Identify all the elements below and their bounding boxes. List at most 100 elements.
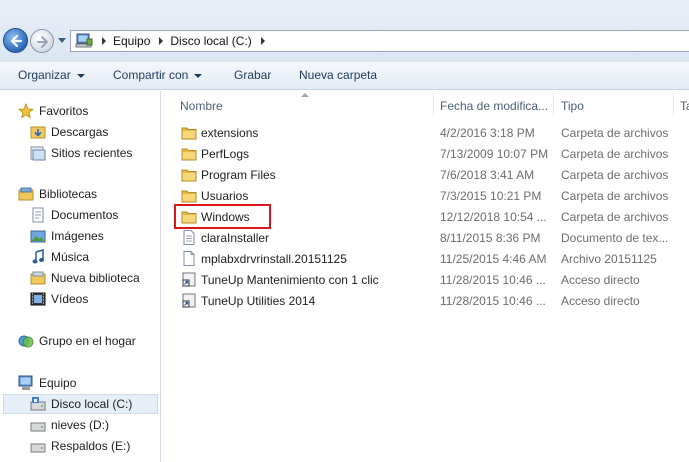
nav-item-label: Sitios recientes — [51, 146, 133, 160]
column-header-type[interactable]: Tipo — [561, 95, 584, 117]
burn-button[interactable]: Grabar — [234, 68, 271, 82]
file-row[interactable]: claraInstaller 8/11/2015 8:36 PM Documento… — [176, 227, 689, 248]
nav-item-disco-local-c[interactable]: Disco local (C:) — [3, 394, 158, 414]
recent-places-icon — [30, 145, 46, 161]
address-bar-area: Equipo Disco local (C:) — [0, 0, 689, 62]
file-date: 8/11/2015 8:36 PM — [440, 231, 541, 245]
nav-libraries-label: Bibliotecas — [39, 187, 98, 201]
nav-item-musica[interactable]: Música — [30, 247, 89, 267]
nav-item-nueva-biblioteca[interactable]: Nueva biblioteca — [30, 268, 140, 288]
folder-icon — [181, 125, 197, 140]
file-date: 7/13/2009 10:07 PM — [440, 147, 549, 161]
file-name: extensions — [201, 126, 259, 140]
breadcrumb-separator[interactable] — [260, 37, 265, 45]
file-type: Carpeta de archivos — [561, 168, 669, 182]
shortcut-icon — [181, 293, 197, 308]
drive-icon — [30, 417, 46, 433]
file-row[interactable]: TuneUp Mantenimiento con 1 clic 11/28/201… — [176, 269, 689, 290]
star-icon — [17, 102, 35, 119]
file-name: Usuarios — [201, 189, 249, 203]
nav-homegroup[interactable]: Grupo en el hogar — [18, 331, 136, 351]
file-type: Carpeta de archivos — [561, 126, 669, 140]
file-row[interactable]: mplabxdrvrinstall.20151125 11/25/2015 4:4… — [176, 248, 689, 269]
organize-button[interactable]: Organizar — [18, 68, 85, 82]
nav-item-sitios-recientes[interactable]: Sitios recientes — [30, 143, 132, 163]
address-bar[interactable]: Equipo Disco local (C:) — [70, 30, 689, 52]
forward-button[interactable] — [30, 29, 54, 53]
nav-item-documentos[interactable]: Documentos — [30, 205, 118, 225]
computer-icon — [75, 33, 93, 49]
nav-item-videos[interactable]: Vídeos — [30, 289, 88, 309]
nav-item-respaldos-e[interactable]: Respaldos (E:) — [30, 436, 130, 456]
recent-pages-dropdown[interactable] — [58, 38, 66, 43]
navigation-pane: Favoritos Descargas Sitios recientes Bib… — [0, 91, 161, 462]
share-label: Compartir con — [113, 68, 189, 82]
file-type: Carpeta de archivos — [561, 189, 669, 203]
file-name: TuneUp Utilities 2014 — [201, 294, 316, 308]
chevron-down-icon — [194, 73, 203, 78]
drive-icon — [30, 438, 46, 454]
file-icon — [181, 251, 197, 266]
nav-favorites-label: Favoritos — [39, 104, 89, 118]
shortcut-icon — [181, 272, 197, 287]
nav-item-imagenes[interactable]: Imágenes — [30, 226, 104, 246]
file-type: Acceso directo — [561, 294, 640, 308]
nav-item-nieves-d[interactable]: nieves (D:) — [30, 415, 109, 435]
breadcrumb-disco-local[interactable]: Disco local (C:) — [170, 34, 251, 48]
file-date: 11/25/2015 4:46 AM — [440, 252, 547, 266]
nav-homegroup-label: Grupo en el hogar — [39, 334, 136, 348]
nav-item-label: Disco local (C:) — [51, 397, 133, 411]
new-folder-button[interactable]: Nueva carpeta — [299, 68, 377, 82]
column-header-size[interactable]: Ta — [680, 95, 689, 117]
nav-favorites[interactable]: Favoritos — [17, 101, 89, 121]
column-divider[interactable] — [673, 93, 674, 115]
nav-item-label: Imágenes — [51, 229, 104, 243]
nav-item-descargas[interactable]: Descargas — [30, 122, 108, 142]
column-header-name[interactable]: Nombre — [180, 95, 223, 117]
file-row[interactable]: TuneUp Utilities 2014 11/28/2015 10:46 ..… — [176, 290, 689, 311]
file-name: mplabxdrvrinstall.20151125 — [201, 252, 347, 266]
organize-label: Organizar — [18, 68, 71, 82]
column-divider[interactable] — [433, 93, 434, 115]
nav-item-label: Nueva biblioteca — [51, 271, 140, 285]
file-row[interactable]: extensions 4/2/2016 3:18 PM Carpeta de arc… — [176, 122, 689, 143]
share-button[interactable]: Compartir con — [113, 68, 203, 82]
file-list: Nombre Fecha de modifica... Tipo Ta exte… — [162, 91, 689, 462]
documents-icon — [30, 207, 46, 223]
nav-item-label: Música — [51, 250, 90, 264]
file-date: 11/28/2015 10:46 ... — [440, 294, 546, 308]
breadcrumb-separator[interactable] — [102, 37, 106, 45]
arrow-right-icon — [37, 36, 48, 48]
file-type: Documento de tex... — [561, 231, 669, 245]
file-name: claraInstaller — [201, 231, 270, 245]
nav-item-label: Vídeos — [51, 292, 89, 306]
file-date: 4/2/2016 3:18 PM — [440, 126, 535, 140]
breadcrumb-separator[interactable] — [159, 37, 164, 45]
sort-ascending-icon — [301, 93, 309, 97]
command-bar: Organizar Compartir con Grabar Nueva car… — [0, 62, 689, 90]
breadcrumb-equipo[interactable]: Equipo — [113, 34, 150, 48]
folder-icon — [181, 188, 197, 203]
file-row[interactable]: PerfLogs 7/13/2009 10:07 PM Carpeta de arc… — [176, 143, 689, 164]
folder-icon — [181, 146, 197, 161]
file-type: Carpeta de archivos — [561, 210, 669, 224]
nav-item-label: Documentos — [51, 208, 119, 222]
column-header-date[interactable]: Fecha de modifica... — [440, 95, 548, 117]
nav-libraries[interactable]: Bibliotecas — [18, 184, 97, 204]
file-name: TuneUp Mantenimiento con 1 clic — [201, 273, 379, 287]
file-row[interactable]: Usuarios 7/3/2015 10:21 PM Carpeta de arch… — [176, 185, 689, 206]
chevron-down-icon — [76, 73, 85, 78]
nav-item-label: Descargas — [51, 125, 109, 139]
file-row[interactable]: Program Files 7/6/2018 3:41 AM Carpeta de … — [176, 164, 689, 185]
computer-icon — [18, 375, 34, 391]
file-type: Carpeta de archivos — [561, 147, 669, 161]
file-name: Program Files — [201, 168, 276, 182]
folder-icon — [181, 167, 197, 182]
nav-computer[interactable]: Equipo — [18, 373, 76, 393]
column-divider[interactable] — [553, 93, 554, 115]
file-type: Acceso directo — [561, 273, 640, 287]
file-date: 11/28/2015 10:46 ... — [440, 273, 546, 287]
library-icon — [30, 270, 46, 286]
back-button[interactable] — [3, 28, 28, 53]
arrow-left-icon — [10, 34, 23, 48]
